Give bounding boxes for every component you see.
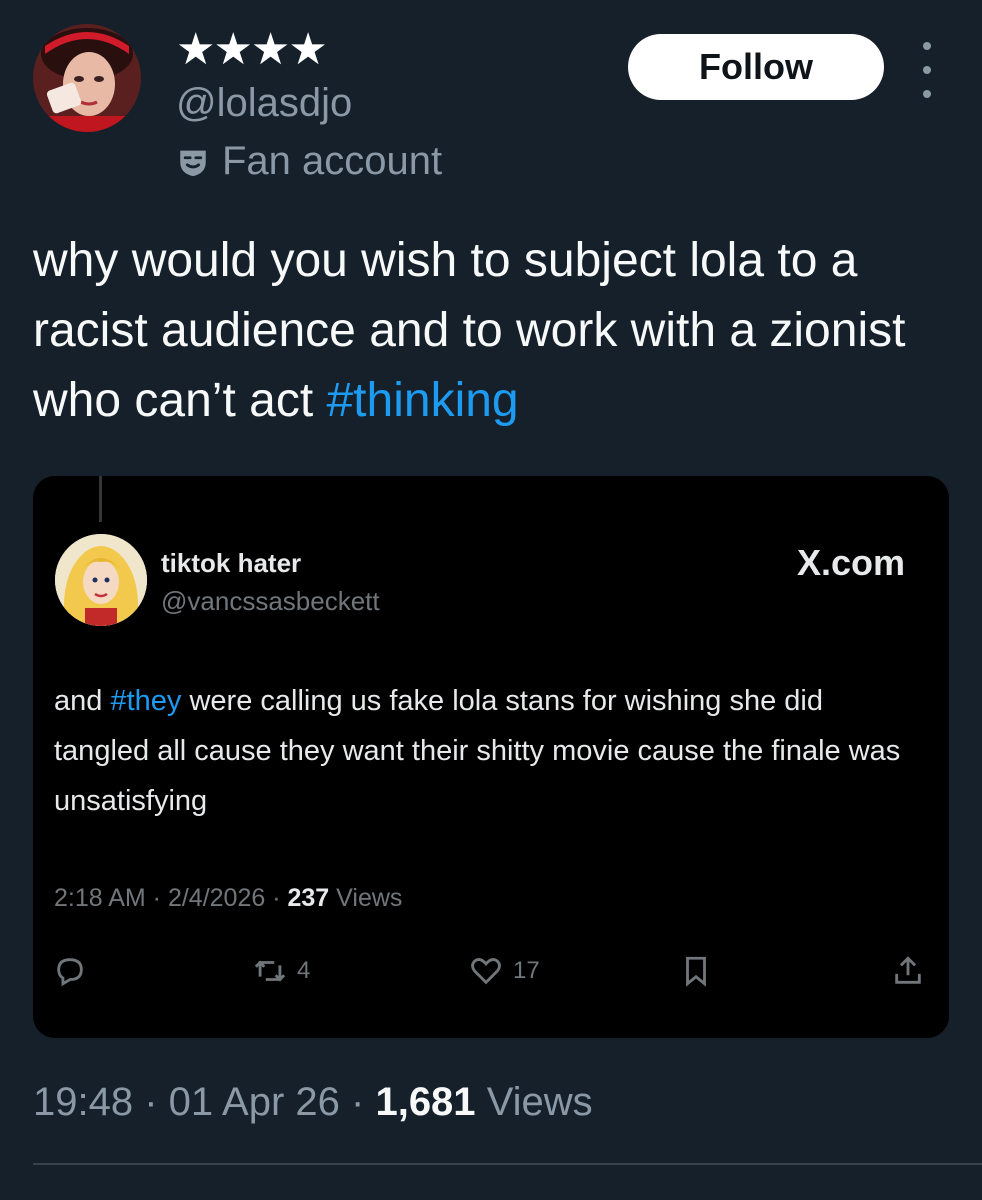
fan-account-badge: Fan account [176, 138, 442, 184]
quoted-screenshot-card[interactable]: tiktok hater @vancssasbeckett X.com and … [33, 476, 949, 1038]
badge-label: Fan account [222, 138, 443, 183]
tweet-views-count[interactable]: 1,681 [375, 1080, 475, 1124]
quoted-date: 2/4/2026 [167, 884, 266, 912]
author-handle[interactable]: @lolasdjo [176, 80, 352, 126]
retweet-icon [254, 960, 286, 982]
quoted-author-handle: @vancssasbeckett [161, 586, 380, 616]
quoted-text-rest: were calling us fake lola stans for wish… [54, 685, 901, 817]
more-options-icon[interactable] [914, 42, 940, 98]
quoted-action-bar: 4 17 [53, 954, 933, 998]
quoted-tweet-text: and #they were calling us fake lola stan… [54, 676, 914, 826]
heart-icon [471, 958, 501, 985]
author-display-name[interactable]: ★★★★ [176, 28, 328, 72]
quoted-tweet-meta: 2:18 AM · 2/4/2026 · 237 Views [54, 884, 403, 912]
divider [33, 1163, 982, 1165]
quoted-retweet-count: 4 [297, 957, 311, 984]
share-icon [895, 956, 921, 984]
mask-icon [176, 144, 210, 178]
tweet-hashtag-link[interactable]: #thinking [326, 374, 518, 427]
reply-icon [57, 958, 83, 987]
quoted-text-start: and [54, 685, 111, 717]
tweet-meta: 19:48 · 01 Apr 26 · 1,681 Views [33, 1080, 593, 1124]
tweet-date[interactable]: 01 Apr 26 [169, 1080, 340, 1124]
quoted-author-avatar [55, 534, 147, 626]
quoted-share [891, 954, 925, 988]
author-avatar[interactable] [33, 24, 141, 132]
quoted-time: 2:18 AM [54, 884, 146, 912]
quoted-author-name: tiktok hater [161, 548, 302, 578]
quoted-reply [53, 954, 87, 988]
tweet-text: why would you wish to subject lola to a … [33, 226, 953, 436]
quoted-like: 17 [469, 954, 540, 988]
tweet-views-label[interactable]: Views [487, 1080, 593, 1124]
quoted-like-count: 17 [513, 957, 540, 984]
x-com-watermark: X.com [796, 542, 905, 583]
follow-button[interactable]: Follow [628, 34, 884, 100]
quoted-hashtag: #they [110, 685, 182, 717]
tweet-time[interactable]: 19:48 [33, 1080, 133, 1124]
quoted-views-label: Views [336, 884, 403, 912]
quoted-views-count: 237 [287, 884, 330, 912]
quoted-retweet: 4 [253, 954, 310, 988]
quoted-bookmark [679, 954, 713, 988]
thread-line [99, 476, 102, 522]
bookmark-icon [686, 956, 706, 987]
